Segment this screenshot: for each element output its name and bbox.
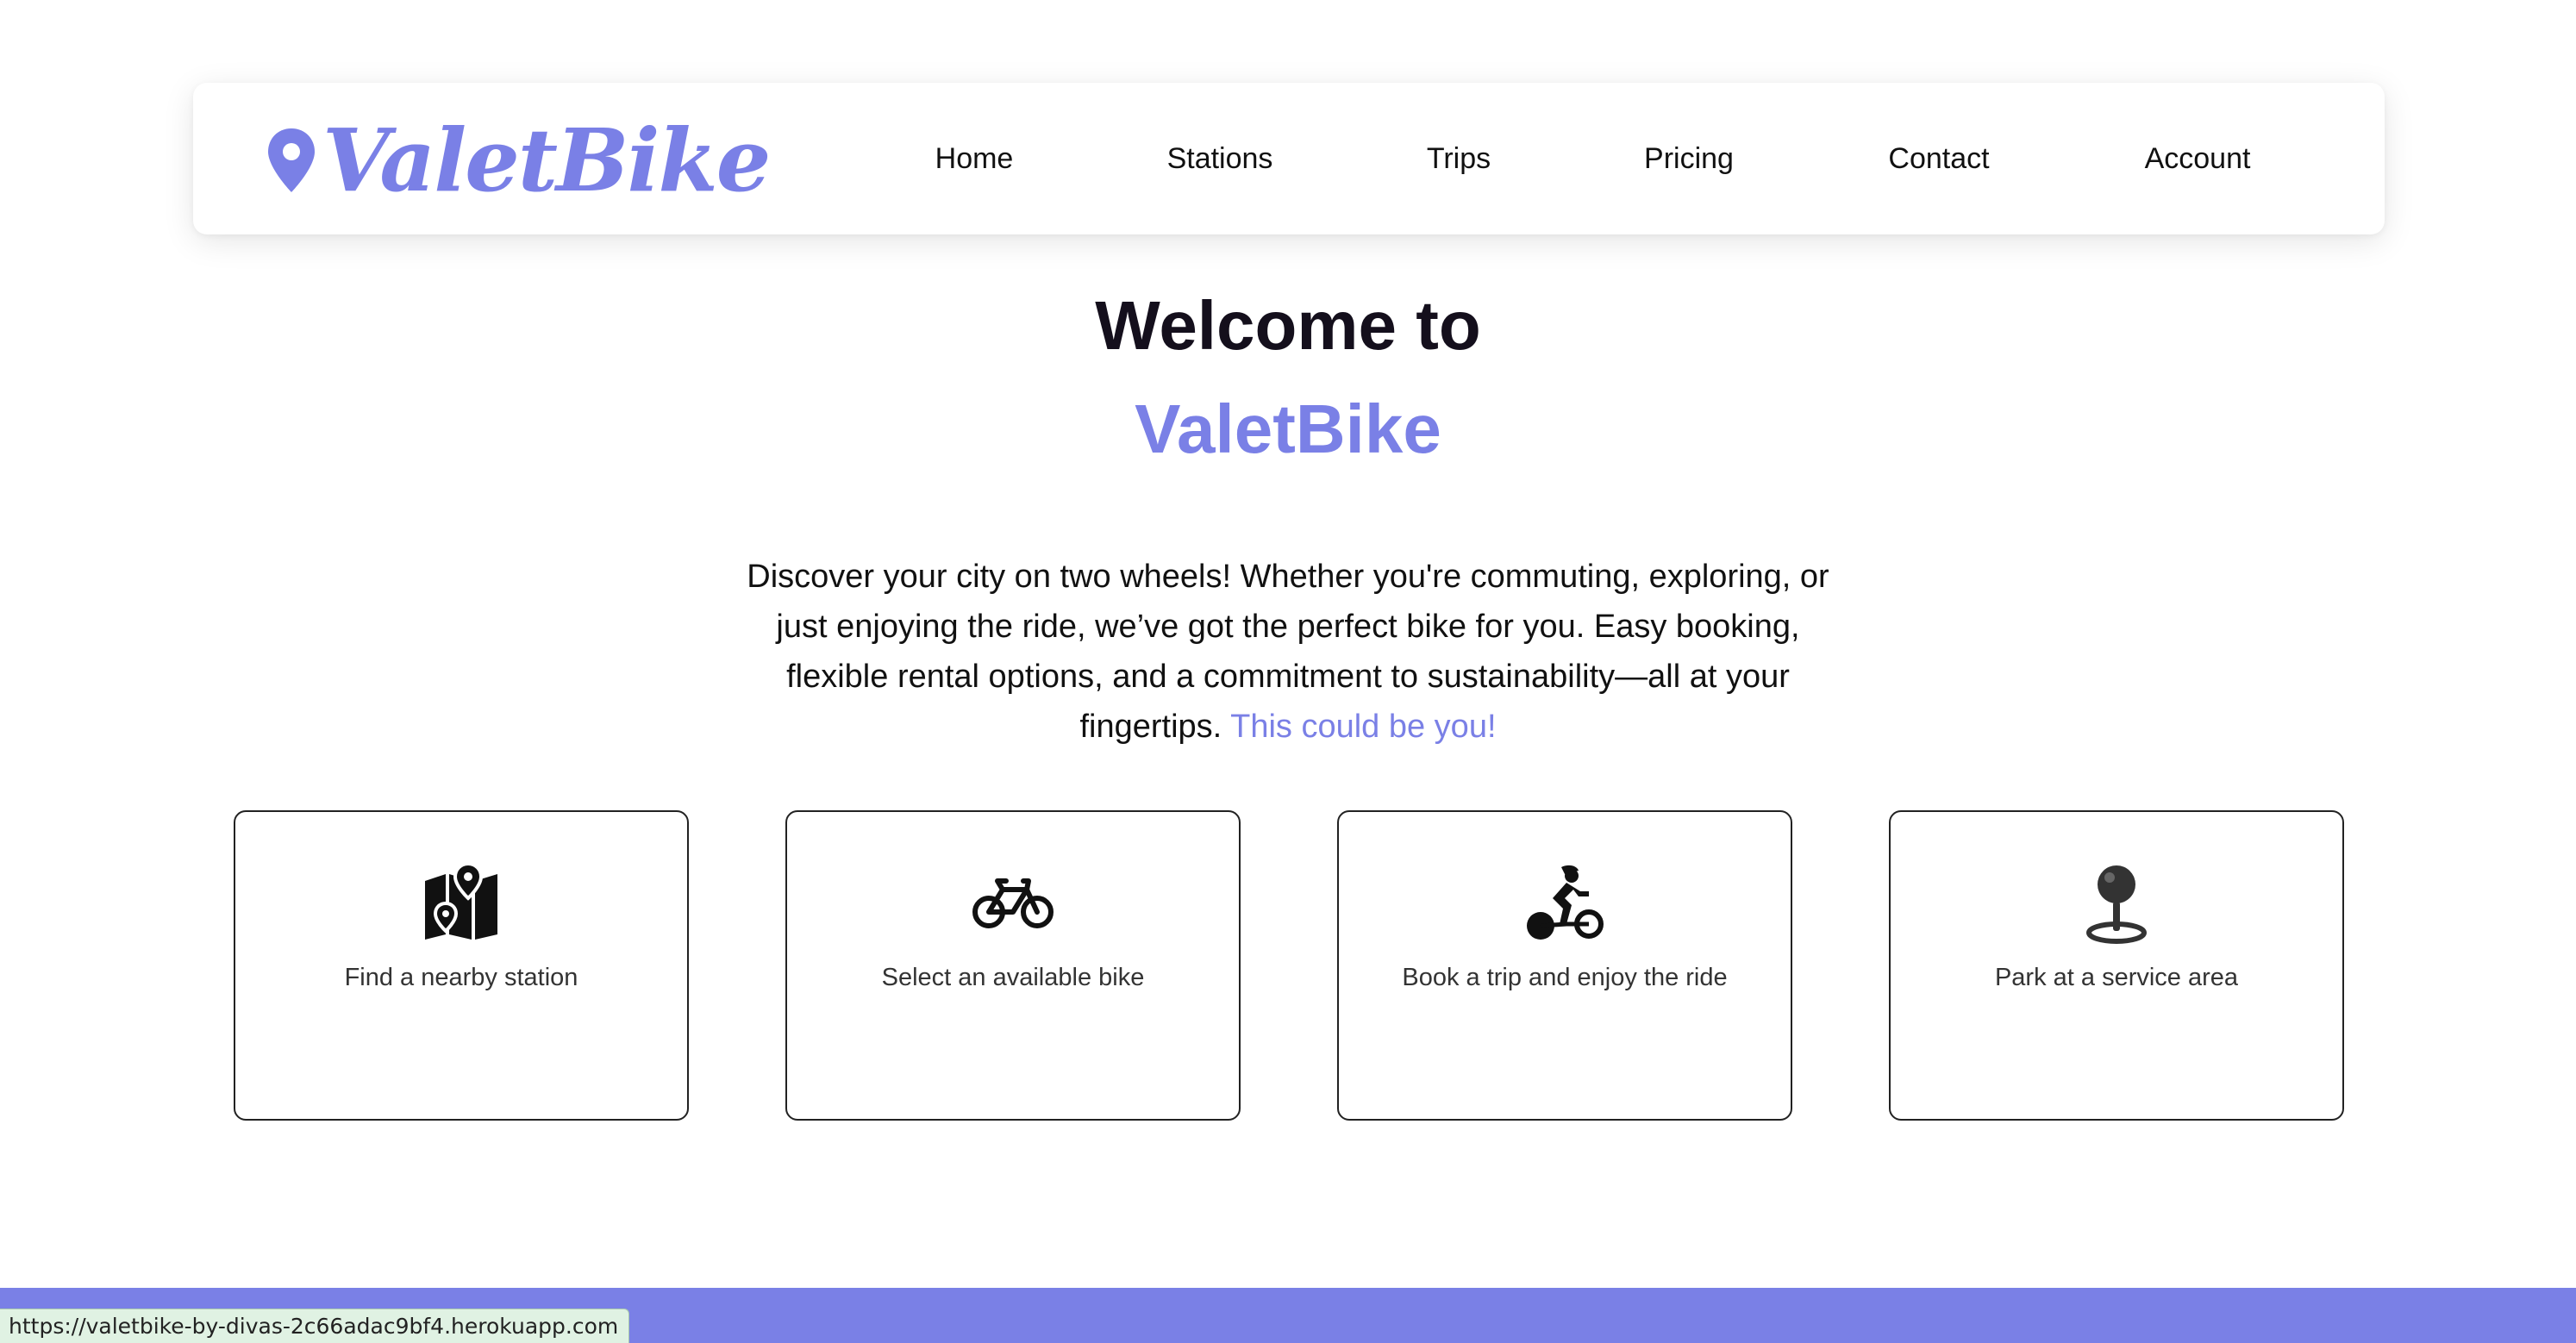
nav-trips[interactable]: Trips (1427, 83, 1491, 234)
nav-contact[interactable]: Contact (1888, 83, 1989, 234)
hero-brand-title: ValetBike (1135, 390, 1441, 467)
page: ValetBike Home Stations Trips Pricing Co… (0, 0, 2576, 1343)
step-label: Select an available bike (881, 964, 1145, 991)
hero-title: Welcome to (1095, 287, 1481, 364)
step-card-find-station: Find a nearby station (234, 810, 689, 1121)
step-label: Book a trip and enjoy the ride (1402, 964, 1728, 991)
step-card-select-bike: Select an available bike (785, 810, 1241, 1121)
status-bar-url: https://valetbike-by-divas-2c66adac9bf4.… (0, 1309, 630, 1343)
intro-paragraph: Discover your city on two wheels! Whethe… (728, 552, 1848, 752)
step-label: Find a nearby station (344, 964, 578, 991)
step-card-book-trip: Book a trip and enjoy the ride (1337, 810, 1792, 1121)
pushpin-icon (2086, 865, 2147, 944)
nav-account[interactable]: Account (2145, 83, 2251, 234)
nav-home[interactable]: Home (935, 83, 1014, 234)
nav-menu: Home Stations Trips Pricing Contact Acco… (193, 83, 2385, 234)
step-label: Park at a service area (1994, 964, 2239, 991)
cyclist-icon (1527, 865, 1604, 940)
bicycle-icon (972, 878, 1054, 928)
navbar: ValetBike Home Stations Trips Pricing Co… (193, 83, 2385, 234)
map-pin-icon (425, 862, 497, 940)
nav-stations[interactable]: Stations (1167, 83, 1273, 234)
intro-accent-text: This could be you! (1230, 709, 1497, 745)
step-card-park: Park at a service area (1889, 810, 2344, 1121)
nav-pricing[interactable]: Pricing (1644, 83, 1734, 234)
